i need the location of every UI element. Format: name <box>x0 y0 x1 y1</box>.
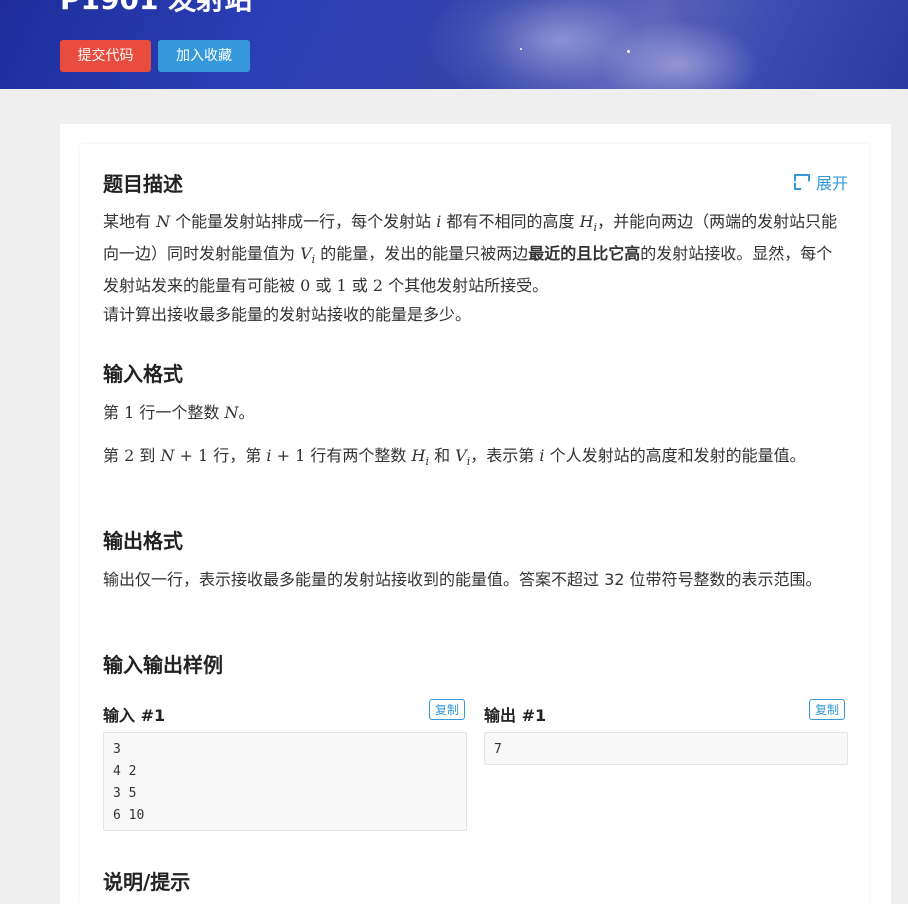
banner-star <box>520 48 522 50</box>
description-heading: 题目描述 <box>103 172 183 196</box>
description-paragraph: 某地有 N 个能量发射站排成一行，每个发射站 i 都有不相同的高度 Hi，并能向… <box>103 212 838 296</box>
samples-heading: 输入输出样例 <box>103 653 223 677</box>
output-format-text: 输出仅一行，表示接收最多能量的发射站接收到的能量值。答案不超过 32 位带符号整… <box>103 570 822 589</box>
submit-code-button[interactable]: 提交代码 <box>60 40 151 72</box>
copy-input-button[interactable]: 复制 <box>429 699 466 720</box>
hint-heading: 说明/提示 <box>103 870 191 894</box>
expand-button[interactable]: 展开 <box>793 170 848 194</box>
description-question: 请计算出接收最多能量的发射站接收的能量是多少。 <box>103 305 472 324</box>
copy-output-button[interactable]: 复制 <box>809 699 846 720</box>
problem-card: 题目描述 展开 某地有 N 个能量发射站排成一行，每个发射站 i 都有不相同的高… <box>60 124 891 904</box>
expand-icon <box>793 174 810 190</box>
input-format-heading: 输入格式 <box>103 362 183 386</box>
problem-banner: P1901 发射站 提交代码 加入收藏 <box>0 0 908 89</box>
input-format-line2: 第 2 到 N + 1 行，第 i + 1 行有两个整数 Hi 和 Vi，表示第… <box>103 446 806 469</box>
sample-output-box[interactable]: 7 <box>484 732 848 765</box>
banner-star <box>627 50 630 53</box>
sample-input-box[interactable]: 3 4 2 3 5 6 10 <box>103 732 467 831</box>
sample-output-label: 输出 #1 <box>484 706 547 725</box>
sample-input-label: 输入 #1 <box>103 706 166 725</box>
expand-label: 展开 <box>815 174 848 193</box>
problem-title: P1901 发射站 <box>60 0 252 18</box>
input-format-line1: 第 1 行一个整数 N。 <box>103 403 255 422</box>
add-favorite-button[interactable]: 加入收藏 <box>158 40 250 72</box>
problem-content-panel: 题目描述 展开 某地有 N 个能量发射站排成一行，每个发射站 i 都有不相同的高… <box>80 144 869 904</box>
output-format-heading: 输出格式 <box>103 529 183 553</box>
